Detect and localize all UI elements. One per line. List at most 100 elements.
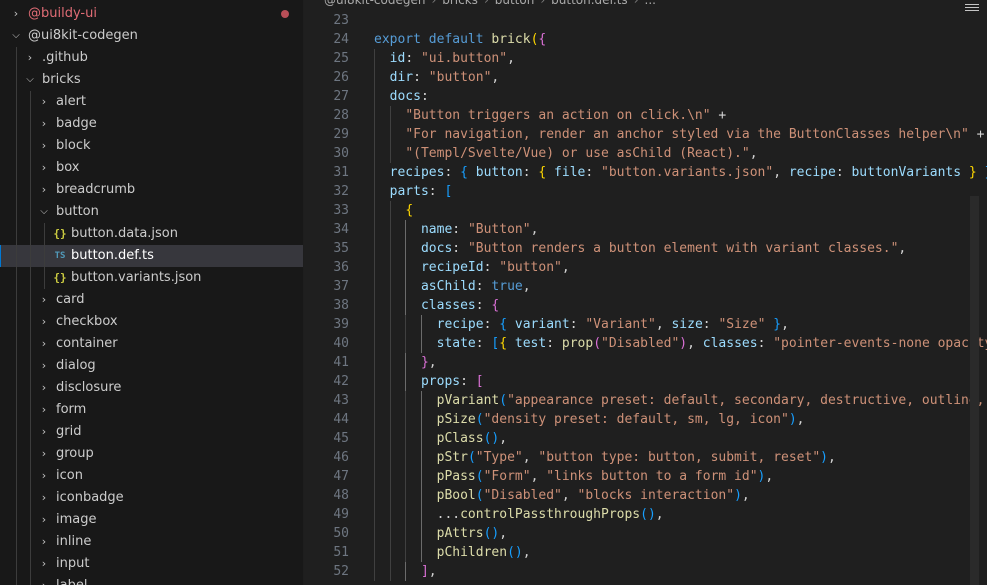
code-token: "Disabled" — [601, 336, 680, 351]
indent-guide — [374, 258, 375, 277]
tree-item-label: button.def.ts — [71, 248, 154, 263]
code-line: recipeId: "button", — [374, 258, 987, 277]
file-item[interactable]: {} button.variants.json — [0, 267, 303, 289]
code-token: ( — [593, 336, 602, 351]
folder-item[interactable]: ⌵ @ui8kit-codegen — [0, 25, 303, 47]
code-token: [ — [475, 374, 484, 389]
code-line: ], — [374, 562, 987, 581]
code-line: id: "ui.button", — [374, 49, 987, 68]
indent-guide — [420, 391, 422, 410]
folder-item[interactable]: › box — [0, 157, 303, 179]
folder-item[interactable]: › badge — [0, 113, 303, 135]
code-content[interactable]: export default brick({ id: "ui.button", … — [374, 11, 987, 581]
code-token: + — [968, 127, 985, 142]
code-token: { — [538, 32, 547, 47]
code-token: : — [420, 89, 429, 104]
folder-item[interactable]: › disclosure — [0, 377, 303, 399]
folder-item[interactable]: › icon — [0, 465, 303, 487]
indent-guide — [389, 334, 391, 353]
code-line: export default brick({ — [374, 30, 987, 49]
folder-item[interactable]: ⌵ bricks — [0, 69, 303, 91]
folder-item[interactable]: › checkbox — [0, 311, 303, 333]
code-token: recipe — [788, 165, 836, 180]
folder-item[interactable]: › breadcrumb — [0, 179, 303, 201]
folder-item[interactable]: › card — [0, 289, 303, 311]
line-number: 51 — [333, 545, 349, 560]
indent-guide — [374, 429, 375, 448]
folder-item[interactable]: › inline — [0, 531, 303, 553]
folder-item[interactable]: › block — [0, 135, 303, 157]
code-line: classes: { — [374, 296, 987, 315]
indent-guide — [389, 220, 391, 239]
code-token: ( — [475, 469, 484, 484]
breadcrumb-item[interactable]: button — [495, 0, 535, 7]
indent-guide — [420, 505, 422, 524]
indent-guide — [374, 182, 375, 201]
code-token: : — [757, 336, 774, 351]
indent-guide — [374, 353, 375, 372]
code-token: "Type" — [475, 450, 523, 465]
code-token: , — [687, 336, 703, 351]
indent-guide — [374, 334, 375, 353]
chevron-right-icon: › — [41, 359, 47, 372]
folder-item[interactable]: ⌵ button — [0, 201, 303, 223]
breadcrumb-item[interactable]: bricks — [442, 0, 478, 7]
code-token: , — [781, 317, 789, 332]
indent-guide — [405, 448, 407, 467]
code-token: "blocks interaction" — [577, 488, 735, 503]
indent-guide — [389, 277, 391, 296]
breadcrumb-item[interactable]: ... — [645, 0, 656, 7]
file-item[interactable]: {} button.data.json — [0, 223, 303, 245]
typescript-file-icon: TS — [54, 251, 66, 261]
code-token: test — [514, 336, 547, 351]
folder-item[interactable]: › label — [0, 575, 303, 585]
code-token: : — [444, 165, 461, 180]
code-token: , — [796, 412, 805, 427]
indent-guide — [374, 144, 375, 163]
folder-item[interactable]: › form — [0, 399, 303, 421]
line-number: 32 — [333, 184, 349, 199]
code-token: , — [499, 431, 508, 446]
chevron-right-icon: › — [633, 0, 639, 7]
folder-item[interactable]: › input — [0, 553, 303, 575]
code-token: pAttrs — [436, 526, 484, 541]
folder-item[interactable]: › grid — [0, 421, 303, 443]
code-editor[interactable]: @ui8kit-codegen › bricks › button › button.def… — [304, 0, 987, 585]
indent-guide — [389, 239, 391, 258]
code-token: , — [773, 165, 789, 180]
code-token: , — [655, 317, 672, 332]
folder-item[interactable]: › container — [0, 333, 303, 355]
indent-guide — [389, 144, 391, 163]
folder-item[interactable]: › .github — [0, 47, 303, 69]
indent-guide — [389, 524, 391, 543]
folder-item[interactable]: › dialog — [0, 355, 303, 377]
editor-scrollbar[interactable] — [970, 196, 979, 585]
folder-item[interactable]: › @buildy-ui — [0, 3, 303, 25]
code-token: , — [561, 488, 578, 503]
code-line: pClass(), — [374, 429, 987, 448]
indent-guide — [405, 220, 407, 239]
tree-item-label: @buildy-ui — [28, 6, 97, 21]
indent-guide — [405, 353, 407, 372]
breadcrumb: @ui8kit-codegen › bricks › button › button.def… — [324, 0, 656, 9]
folder-item[interactable]: › alert — [0, 91, 303, 113]
chevron-right-icon: › — [41, 447, 47, 460]
code-token: } — [420, 355, 429, 370]
breadcrumb-item[interactable]: @ui8kit-codegen — [324, 0, 425, 7]
code-token: id — [389, 51, 406, 66]
code-token: () — [507, 545, 523, 560]
indent-guide — [405, 410, 407, 429]
code-token: , — [741, 488, 750, 503]
folder-item[interactable]: › group — [0, 443, 303, 465]
code-token: pStr — [436, 450, 468, 465]
indent-guide — [389, 106, 391, 125]
folder-item[interactable]: › image — [0, 509, 303, 531]
file-item[interactable]: TS button.def.ts — [0, 245, 303, 267]
code-token: "Variant" — [585, 317, 656, 332]
json-file-icon: {} — [53, 227, 67, 240]
breadcrumb-item[interactable]: button.def.ts — [551, 0, 628, 7]
code-token: () — [640, 507, 656, 522]
code-token: brick — [491, 32, 531, 47]
folder-item[interactable]: › iconbadge — [0, 487, 303, 509]
indent-guide — [405, 277, 407, 296]
